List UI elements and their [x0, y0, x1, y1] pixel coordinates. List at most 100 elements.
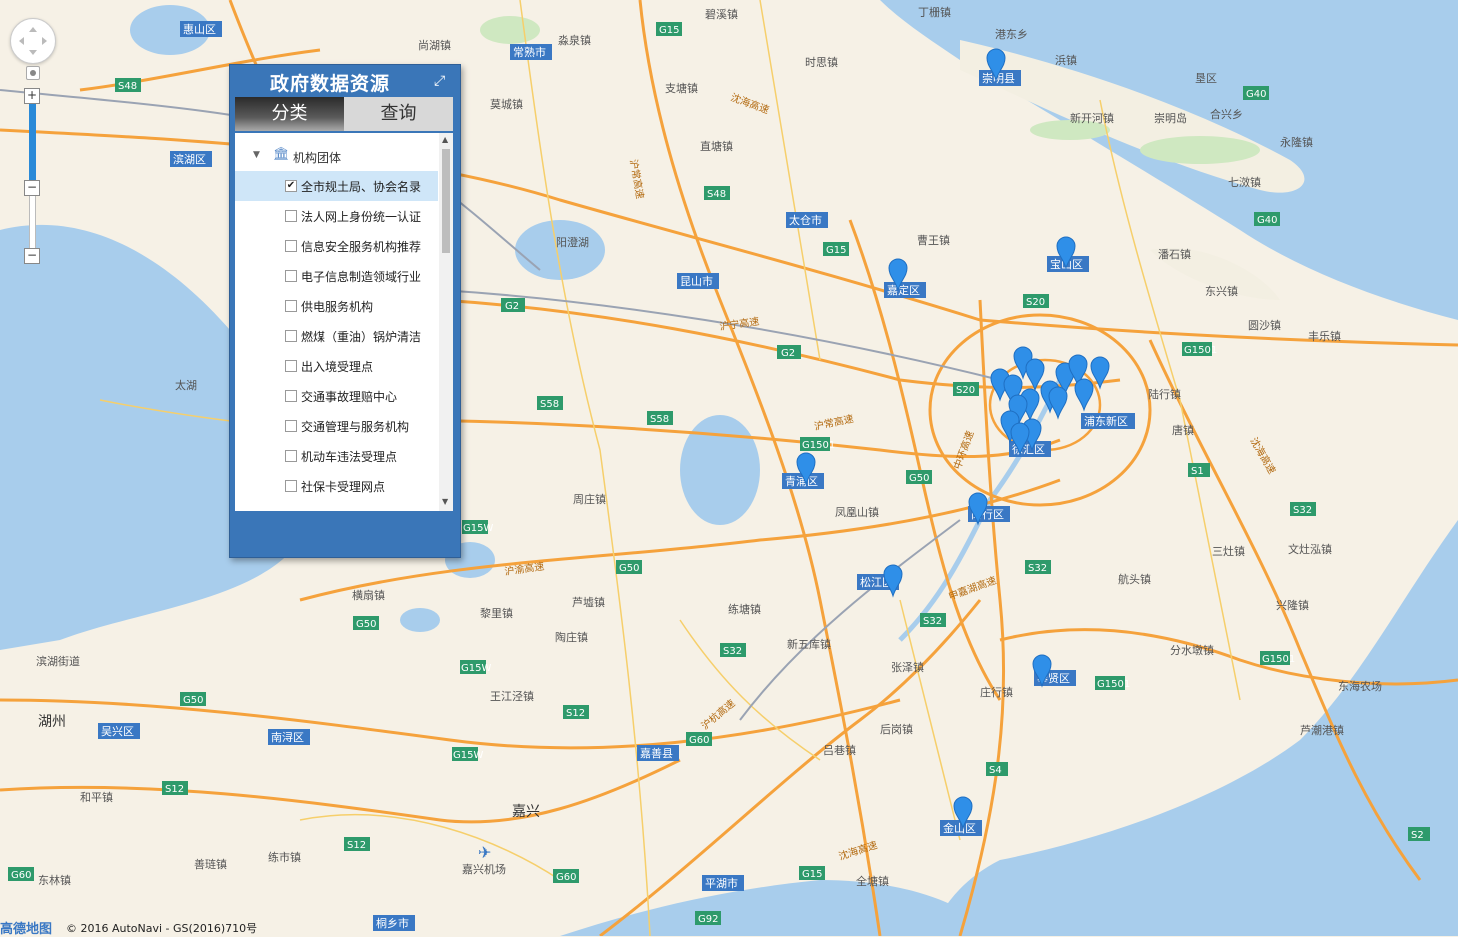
tree-item[interactable]: ✔ 全市规土局、协会名录 [235, 171, 438, 201]
svg-text:S2: S2 [1411, 830, 1424, 841]
highway-shield: S20 [953, 382, 979, 396]
checkbox[interactable] [285, 390, 297, 402]
collapse-triangle-icon[interactable]: ▼ [253, 150, 260, 160]
zoom-out-button[interactable]: − [24, 248, 40, 264]
town-label: 航头镇 [1118, 572, 1151, 586]
scrollbar[interactable]: ▲ ▼ [439, 133, 453, 511]
checkbox[interactable] [285, 450, 297, 462]
town-label: 太湖 [175, 379, 197, 392]
svg-text:S58: S58 [650, 414, 669, 425]
highway-shield: S32 [1290, 502, 1316, 516]
tree-item[interactable]: 机动车违法受理点 [235, 441, 438, 471]
town-label: 丰乐镇 [1308, 329, 1341, 343]
town-label: 崇明岛 [1154, 111, 1187, 125]
checkbox[interactable] [285, 360, 297, 372]
svg-text:平湖市: 平湖市 [705, 876, 738, 890]
svg-text:S32: S32 [723, 646, 742, 657]
city-label: 嘉兴 [512, 804, 540, 820]
zoom-handle[interactable]: − [24, 180, 40, 196]
town-label: 永隆镇 [1280, 135, 1313, 149]
tree-item-label: 电子信息制造领域行业 [301, 270, 422, 284]
town-label: 垦区 [1195, 72, 1217, 85]
checkbox[interactable] [285, 420, 297, 432]
svg-text:S12: S12 [566, 708, 585, 719]
zoom-control[interactable]: + − − [24, 88, 40, 264]
town-label: 全塘镇 [856, 874, 889, 888]
tree-item[interactable]: 社保卡受理网点 [235, 471, 438, 501]
amap-logo[interactable]: 高德地图 [0, 918, 52, 937]
copyright-text: © 2016 AutoNavi - GS(2016)710号 [66, 922, 258, 935]
town-label: 港东乡 [995, 28, 1028, 41]
svg-text:G50: G50 [356, 619, 376, 630]
svg-text:G40: G40 [1246, 89, 1266, 100]
svg-text:G60: G60 [689, 735, 709, 746]
checkbox[interactable] [285, 240, 297, 252]
highway-shield: G2 [501, 298, 525, 312]
highway-shield: G1501 [1095, 676, 1130, 690]
map-canvas[interactable]: 碧溪镇 丁栅镇 港东乡 浜镇 淼泉镇 尚湖镇 时思镇 莫城镇 支塘镇 直塘镇 阳… [0, 0, 1458, 936]
town-label: 碧溪镇 [705, 7, 738, 21]
svg-text:G40: G40 [1257, 215, 1277, 226]
district-label: 嘉定区 [884, 282, 926, 298]
tree-item[interactable]: 信息安全服务机构推荐 [235, 231, 438, 261]
town-label: 尚湖镇 [418, 38, 451, 52]
pan-right-icon [42, 37, 47, 45]
checkbox[interactable]: ✔ [285, 180, 297, 192]
tab-query[interactable]: 查询 [344, 97, 453, 131]
district-label: 嘉善县 [637, 745, 679, 761]
town-label: 滨湖街道 [36, 654, 80, 668]
town-label: 七滧镇 [1228, 175, 1261, 189]
tree-item[interactable]: 交通事故理赔中心 [235, 381, 438, 411]
highway-shield: S1 [1188, 463, 1210, 477]
tree-item-label: 全市规土局、协会名录 [301, 180, 422, 194]
town-label: 陆行镇 [1148, 387, 1181, 401]
checkbox[interactable] [285, 480, 297, 492]
tree-root[interactable]: ▼ 🏛 机构团体 [235, 147, 435, 167]
panel-title: 政府数据资源 [269, 73, 390, 95]
town-label: 新开河镇 [1070, 111, 1114, 125]
pan-control[interactable] [10, 18, 56, 64]
svg-text:嘉善县: 嘉善县 [640, 746, 673, 760]
svg-text:金山区: 金山区 [943, 821, 976, 835]
district-label: 常熟市 [510, 44, 552, 60]
svg-text:常熟市: 常熟市 [513, 45, 546, 59]
tree-item[interactable]: 燃煤（重油）锅炉清洁 [235, 321, 438, 351]
tree-item[interactable]: 法人网上身份统一认证 [235, 201, 438, 231]
town-label: 潘石镇 [1158, 247, 1191, 261]
highway-shield: S12 [563, 705, 589, 719]
tab-category[interactable]: 分类 [235, 97, 344, 131]
svg-text:S32: S32 [1293, 505, 1312, 516]
expand-icon[interactable]: ⤢ [434, 73, 450, 89]
svg-text:S20: S20 [1026, 297, 1045, 308]
scroll-thumb[interactable] [442, 149, 450, 253]
district-label: 惠山区 [180, 21, 222, 37]
checkbox[interactable] [285, 330, 297, 342]
locate-button[interactable] [26, 66, 40, 80]
town-label: 练塘镇 [728, 602, 761, 616]
svg-text:S12: S12 [165, 784, 184, 795]
pan-left-icon [19, 37, 24, 45]
checkbox[interactable] [285, 270, 297, 282]
scroll-down-icon[interactable]: ▼ [442, 497, 448, 506]
tree-item[interactable]: 电子信息制造领域行业 [235, 261, 438, 291]
pan-up-icon [29, 27, 37, 32]
category-tree: ▼ 🏛 机构团体 ✔ 全市规土局、协会名录 法人网上身份统一认证 信息安全服务机构… [235, 133, 453, 511]
zoom-in-button[interactable]: + [24, 88, 40, 104]
tree-item[interactable]: 交通管理与服务机构 [235, 411, 438, 441]
district-label: 吴兴区 [98, 723, 140, 739]
svg-text:G1501: G1501 [1097, 679, 1130, 690]
highway-shield: G92 [695, 911, 721, 925]
town-label: 庄行镇 [980, 685, 1013, 699]
highway-shield: S12 [162, 781, 188, 795]
tree-item[interactable]: 出入境受理点 [235, 351, 438, 381]
checkbox[interactable] [285, 300, 297, 312]
scroll-up-icon[interactable]: ▲ [442, 135, 448, 144]
checkbox[interactable] [285, 210, 297, 222]
town-label: 芦墟镇 [572, 595, 605, 609]
tree-item[interactable]: 供电服务机构 [235, 291, 438, 321]
map-attribution: 高德地图 © 2016 AutoNavi - GS(2016)710号 [0, 916, 300, 937]
highway-shield: G50 [616, 560, 642, 574]
town-label: 三灶镇 [1212, 544, 1245, 558]
svg-text:G2: G2 [505, 301, 519, 312]
svg-text:G1501: G1501 [1262, 654, 1295, 665]
